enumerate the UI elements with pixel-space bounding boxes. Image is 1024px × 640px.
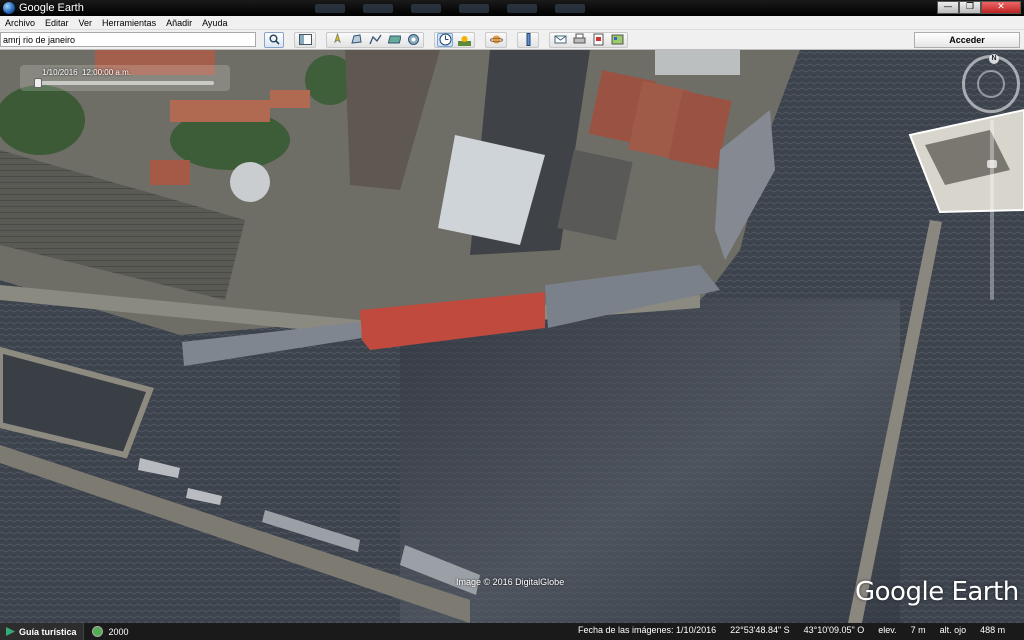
ruler-icon [526,33,530,46]
historical-imagery-icon [439,33,451,46]
historical-imagery-icon [91,626,103,637]
tour-guide-button[interactable]: Guía turística [0,623,84,640]
overlay-icon [387,35,401,44]
view-in-maps-button[interactable] [609,33,625,47]
sunlight-button[interactable] [456,33,472,47]
title-bar: Google Earth — ❐ ✕ [0,0,1024,16]
sidebar-toggle-button[interactable] [297,33,313,47]
historical-year-indicator[interactable]: 2000 [91,626,129,637]
tour-guide-icon [6,627,15,636]
status-info: Fecha de las imágenes: 1/10/2016 22°53'4… [578,625,1005,635]
zoom-rail[interactable] [990,120,994,300]
ruler-button[interactable] [520,33,536,47]
sidebar-toggle-group [294,31,316,48]
planets-icon [489,35,503,44]
signin-button[interactable]: Acceder [914,32,1020,48]
save-image-icon [593,33,603,46]
tools-group-2 [434,31,475,48]
red-roof-building [170,100,270,122]
window-title: Google Earth [19,2,84,14]
print-icon [573,33,585,44]
latitude: 22°53'48.84" S [730,625,790,635]
print-button[interactable] [571,33,587,47]
time-slider-knob[interactable] [34,78,42,88]
imagery-date: Fecha de las imágenes: 1/10/2016 [578,625,717,635]
imagery-copyright: Image © 2016 DigitalGlobe [456,577,565,587]
menu-ver[interactable]: Ver [79,18,93,28]
zoom-knob[interactable] [987,160,997,168]
zoom-slider[interactable] [987,120,997,300]
menu-archivo[interactable]: Archivo [5,18,35,28]
tools-group-3 [485,31,507,48]
tools-group-1 [326,31,424,48]
email-button[interactable] [552,33,568,47]
placemark-icon [333,33,341,44]
sun-icon [457,36,471,46]
historical-imagery-button[interactable] [437,32,453,47]
polygon-button[interactable] [348,33,364,47]
menu-ayuda[interactable]: Ayuda [202,18,227,28]
sidebar-icon [298,34,312,45]
planets-button[interactable] [488,33,504,47]
map-view[interactable]: 1/10/2016 12:00:00 a.m. N Image © 2016 D… [0,50,1024,623]
search-icon [269,34,280,45]
red-roof-building [150,160,190,185]
satellite-imagery [0,50,1024,623]
longitude: 43°10'09.05" O [803,625,865,635]
menu-herramientas[interactable]: Herramientas [102,18,156,28]
search-button[interactable] [264,31,284,48]
tools-group-4 [517,31,539,48]
overlay-button[interactable] [386,33,402,47]
eye-altitude-label: alt. ojo [939,625,967,635]
maximize-button[interactable]: ❐ [959,1,981,14]
menu-bar: Archivo Editar Ver Herramientas Añadir A… [0,16,1024,30]
path-button[interactable] [367,33,383,47]
navigation-compass[interactable]: N [962,54,1020,113]
status-bar: Guía turística 2000 Fecha de las imágene… [0,623,1024,640]
menu-anadir[interactable]: Añadir [166,18,192,28]
time-slider-track[interactable] [34,81,214,85]
path-icon [368,34,382,45]
polygon-icon [350,34,362,44]
storage-tank [230,162,270,202]
tour-guide-label: Guía turística [19,626,77,637]
email-icon [554,35,566,44]
historical-year: 2000 [108,626,129,637]
google-earth-app-icon [3,2,15,14]
record-tour-button[interactable] [405,33,421,47]
record-tour-icon [407,34,419,45]
time-slider-label: 1/10/2016 12:00:00 a.m. [42,68,131,77]
close-button[interactable]: ✕ [981,1,1021,14]
save-image-button[interactable] [590,33,606,47]
eye-altitude-value: 488 m [980,625,1006,635]
google-earth-logo: Google Earth [855,577,1019,607]
menu-editar[interactable]: Editar [45,18,69,28]
toolbar: Acceder [0,30,1024,50]
minimize-button[interactable]: — [937,1,959,14]
placemark-button[interactable] [329,33,345,47]
title-bar-decoration [84,0,937,16]
tools-group-5 [549,31,628,48]
grey-building [655,50,740,75]
elevation-label: elev. [878,625,897,635]
time-slider[interactable]: 1/10/2016 12:00:00 a.m. [20,65,230,91]
elevation-value: 7 m [910,625,926,635]
search-input[interactable] [0,32,256,47]
red-roof-building [270,90,310,108]
compass-north-label[interactable]: N [989,54,999,64]
view-in-maps-icon [611,34,623,45]
compass-look-ring[interactable] [977,70,1005,98]
